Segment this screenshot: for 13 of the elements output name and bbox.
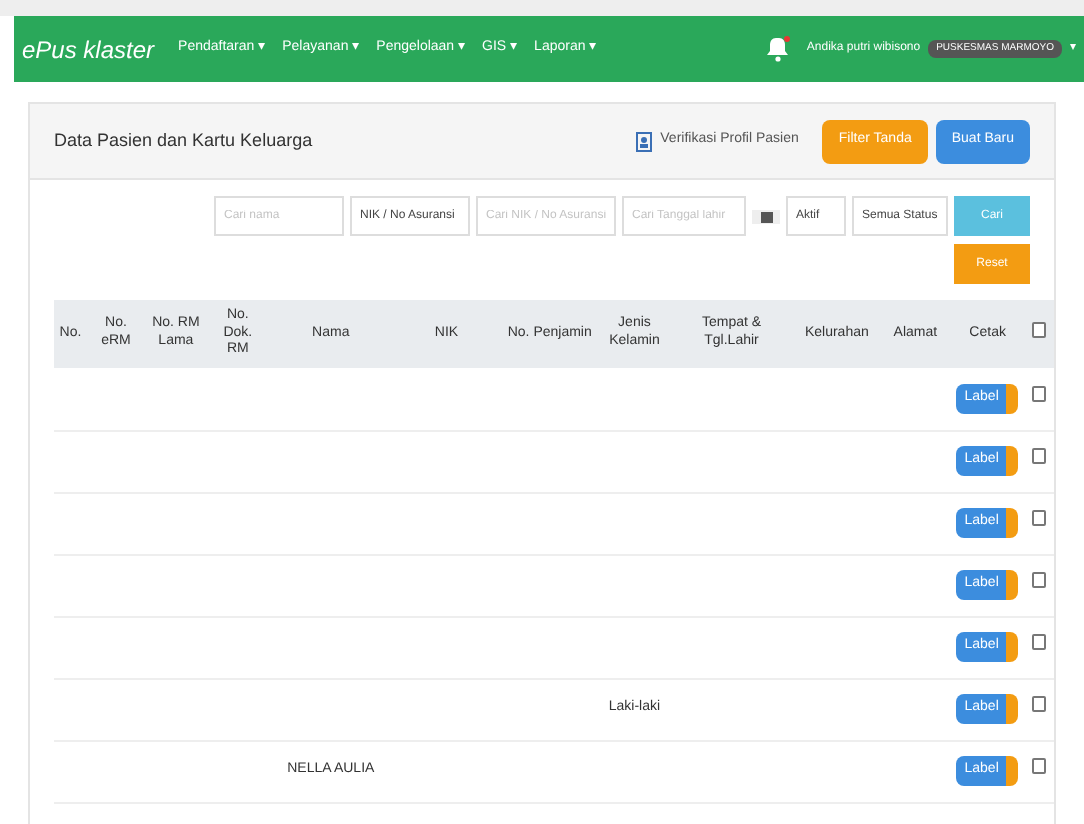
id-card-icon xyxy=(636,131,653,151)
bell-icon[interactable] xyxy=(766,36,791,62)
checkbox[interactable] xyxy=(1032,448,1047,465)
checkbox[interactable] xyxy=(1032,510,1047,527)
panel-title: Data Pasien dan Kartu Keluarga xyxy=(54,127,315,154)
checkbox[interactable] xyxy=(1032,696,1047,713)
app-logo[interactable]: ePus klaster xyxy=(22,31,155,67)
checkbox[interactable] xyxy=(1032,758,1047,775)
checkbox[interactable] xyxy=(1032,572,1047,589)
checkbox[interactable] xyxy=(1032,386,1047,402)
calendar-icon[interactable] xyxy=(752,209,780,223)
checkbox[interactable] xyxy=(1032,634,1047,651)
checkbox[interactable] xyxy=(1032,321,1047,338)
